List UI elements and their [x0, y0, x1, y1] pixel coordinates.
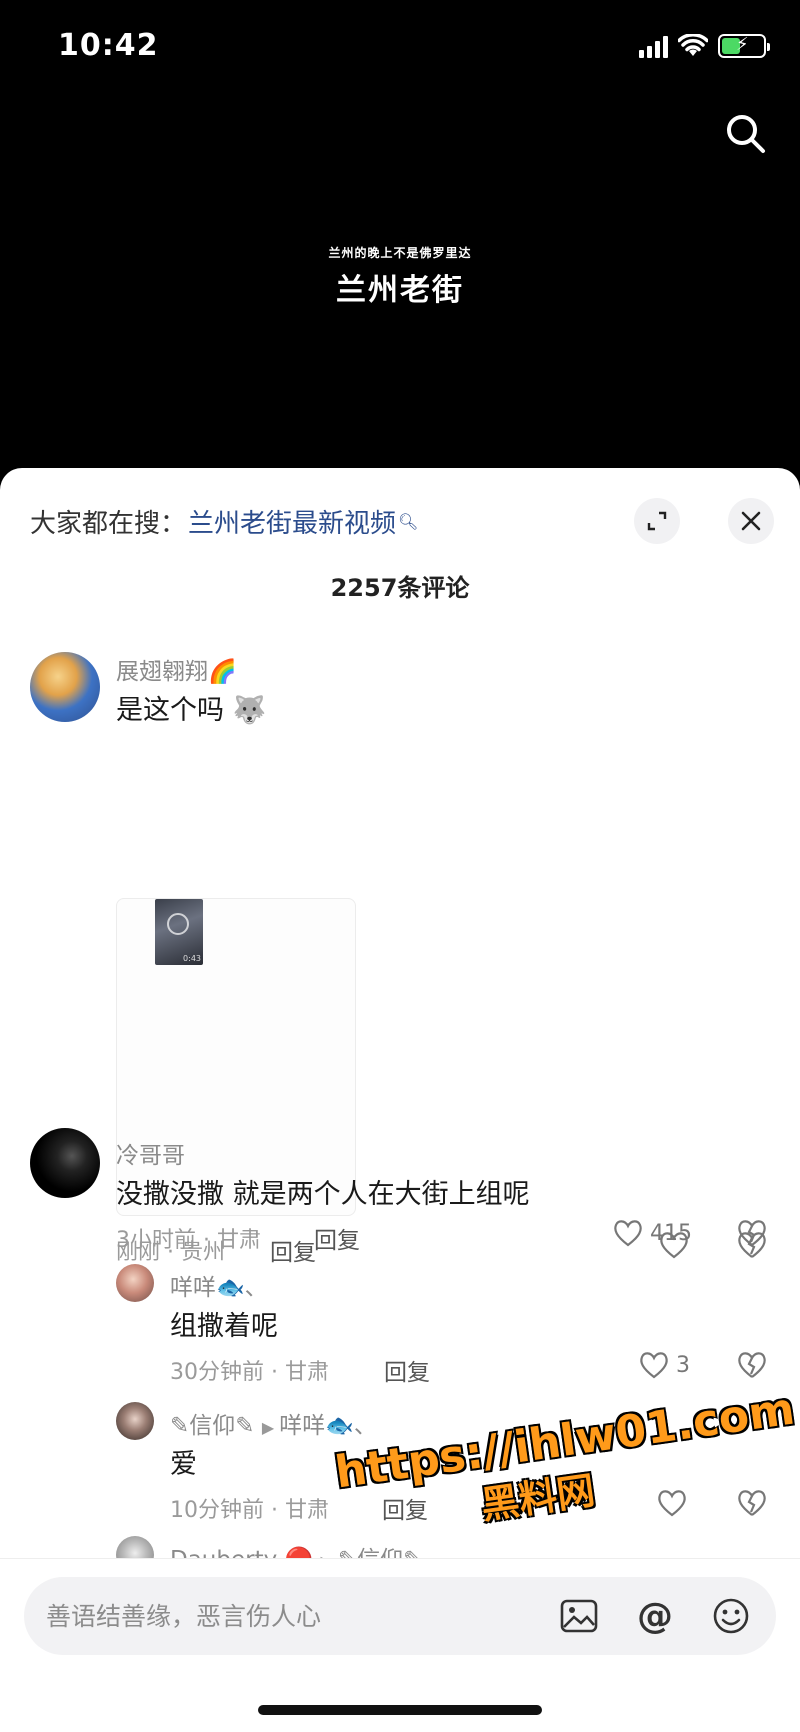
video-caption: 兰州的晚上不是佛罗里达 兰州老街 [0, 244, 800, 309]
comment-text: 是这个吗 🐺 [116, 695, 267, 726]
heart-icon [640, 1352, 668, 1379]
heart-icon [614, 1220, 642, 1247]
comment-username[interactable]: 冷哥哥 [116, 1136, 185, 1170]
hot-search-label: 大家都在搜： [30, 508, 187, 539]
status-time: 10:42 [58, 28, 159, 63]
status-bar: 10:42 ⚡ [0, 0, 800, 100]
battery-icon: ⚡ [718, 34, 770, 58]
broken-heart-icon [738, 1352, 766, 1378]
reply-username[interactable]: 咩咩🐟、 [170, 1268, 268, 1302]
reply-button[interactable]: 回复 [314, 1221, 360, 1255]
avatar[interactable] [116, 1402, 154, 1440]
reply-button[interactable]: 回复 [384, 1353, 430, 1387]
like-count: 3 [676, 1352, 690, 1378]
dislike-button[interactable] [736, 1350, 768, 1384]
comment-meta: 3小时前 · 甘肃 [116, 1228, 261, 1253]
hot-search-icon: 🔍︎ [398, 511, 419, 531]
signal-icon [639, 34, 668, 58]
reply-text: 组撒着呢 [170, 1311, 278, 1342]
play-icon [167, 913, 189, 935]
broken-heart-icon [738, 1220, 766, 1246]
video-subtitle: 兰州的晚上不是佛罗里达 [328, 246, 472, 260]
comment-input-bar: @ [0, 1558, 800, 1732]
reply-username[interactable]: ✎信仰✎ ▶ 咩咩🐟、 [170, 1406, 377, 1440]
media-duration: 0:43 [183, 954, 201, 963]
reply-text: 爱 [170, 1449, 197, 1480]
video-thumbnail[interactable]: 0:43 [155, 899, 203, 965]
expand-icon [647, 511, 667, 531]
image-icon[interactable] [558, 1595, 600, 1637]
like-button[interactable]: 3 [638, 1350, 690, 1380]
wifi-icon [678, 34, 708, 56]
avatar[interactable] [30, 1128, 100, 1198]
emoji-icon[interactable] [710, 1595, 752, 1637]
comment-text: 没撒没撒 就是两个人在大街上组呢 [116, 1179, 530, 1210]
reply-meta: 30分钟前 · 甘肃 [170, 1360, 329, 1385]
close-button[interactable] [728, 498, 774, 544]
hot-search-link[interactable]: 兰州老街最新视频 [188, 503, 396, 540]
dislike-button[interactable] [736, 1218, 768, 1252]
reply-arrow-icon: ▶ [261, 1418, 280, 1437]
home-indicator [258, 1705, 542, 1715]
sheet-header: 大家都在搜： 兰州老街最新视频 🔍︎ [30, 496, 774, 546]
video-title: 兰州老街 [336, 273, 464, 308]
comment-input[interactable] [46, 1577, 526, 1655]
comment-input-container: @ [24, 1577, 776, 1655]
like-button[interactable]: 415 [612, 1218, 692, 1248]
comment-count: 2257条评论 [330, 574, 470, 602]
avatar[interactable] [116, 1264, 154, 1302]
reply-meta: 10分钟前 · 甘肃 [170, 1498, 329, 1523]
expand-button[interactable] [634, 498, 680, 544]
comment-sheet: 大家都在搜： 兰州老街最新视频 🔍︎ 2257条评论 展翅翱翔🌈 是这个吗 🐺 … [0, 468, 800, 1732]
close-icon [741, 511, 761, 531]
reply-item: 咩咩🐟、 组撒着呢 30分钟前 · 甘肃 回复 3 [0, 1264, 800, 1394]
like-count: 415 [650, 1220, 692, 1246]
avatar[interactable] [30, 652, 100, 722]
search-icon[interactable] [724, 112, 766, 158]
mention-icon[interactable]: @ [634, 1595, 676, 1637]
comment-username[interactable]: 展翅翱翔🌈 [116, 652, 237, 686]
status-icons: ⚡ [639, 34, 770, 58]
